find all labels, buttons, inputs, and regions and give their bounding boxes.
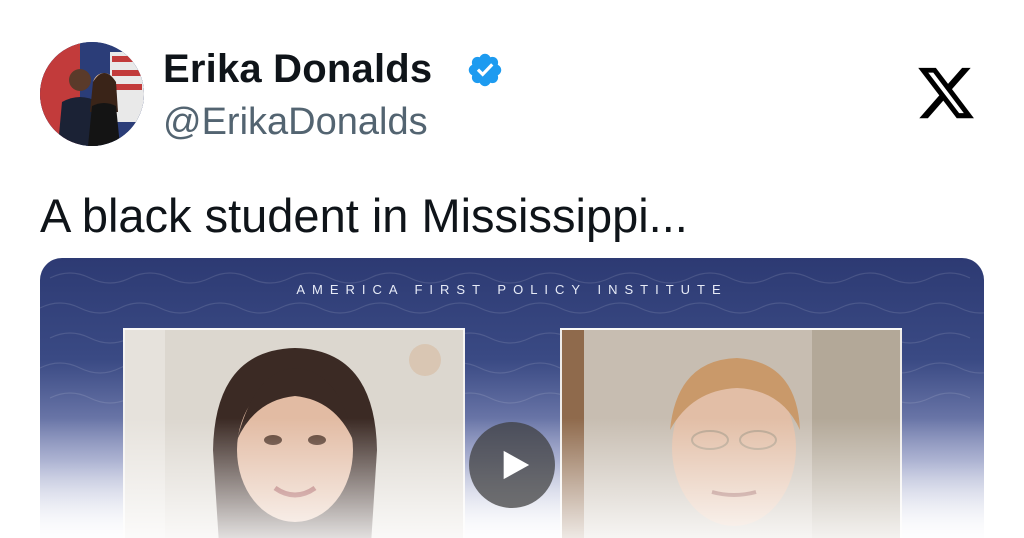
author-display-name[interactable]: Erika Donalds — [163, 45, 432, 93]
tweet-card: Erika Donalds @ErikaDonalds A black stud… — [0, 0, 1024, 538]
play-icon — [503, 450, 530, 480]
x-logo-icon[interactable] — [914, 62, 978, 124]
avatar[interactable] — [40, 42, 144, 146]
verified-badge-icon — [468, 53, 502, 87]
author-handle[interactable]: @ErikaDonalds — [163, 99, 428, 145]
play-button[interactable] — [469, 422, 555, 508]
tweet-text: A black student in Mississippi... — [40, 189, 688, 242]
video-media[interactable]: AMERICA FIRST POLICY INSTITUTE — [40, 258, 984, 538]
institute-banner-text: AMERICA FIRST POLICY INSTITUTE — [296, 282, 728, 297]
